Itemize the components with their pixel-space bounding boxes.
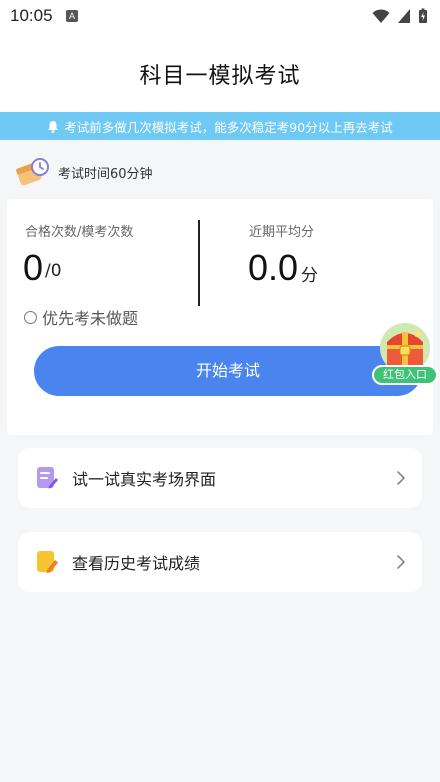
document-edit-icon <box>37 467 58 489</box>
chevron-right-icon <box>397 471 405 485</box>
prefer-undone-label: 优先考未做题 <box>42 309 139 328</box>
stats-card: 合格次数/模考次数 0 /0 近期平均分 0.0 分 优先考未做题 开始考试 <box>7 199 433 435</box>
header: 科目一模拟考试 <box>0 32 440 112</box>
app-notification-icon: A <box>66 10 78 22</box>
battery-icon <box>419 8 427 23</box>
page-title: 科目一模拟考试 <box>139 64 301 89</box>
avg-score-value: 0.0 <box>248 247 299 288</box>
pass-count-value: 0 <box>23 247 44 288</box>
prefer-undone-option[interactable]: 优先考未做题 <box>24 305 138 329</box>
note-pencil-icon <box>37 551 58 573</box>
exam-count-value: /0 <box>45 261 62 281</box>
menu-label-history: 查看历史考试成绩 <box>72 554 201 573</box>
wifi-icon <box>372 9 390 23</box>
chevron-right-icon <box>397 555 405 569</box>
clock-calendar-icon <box>16 158 49 186</box>
status-time: 10:05 <box>10 6 53 25</box>
bell-icon <box>47 120 59 133</box>
menu-item-history[interactable]: 查看历史考试成绩 <box>18 532 422 592</box>
status-icons <box>370 8 428 24</box>
menu-label-real-exam: 试一试真实考场界面 <box>72 470 217 489</box>
red-packet-entry[interactable]: 红包入口 <box>372 322 438 388</box>
menu-item-real-exam[interactable]: 试一试真实考场界面 <box>18 448 422 508</box>
signal-icon <box>397 9 410 23</box>
avg-score-unit: 分 <box>301 266 318 286</box>
avg-score-label: 近期平均分 <box>249 225 315 240</box>
red-packet-label: 红包入口 <box>372 365 438 385</box>
exam-time-row: 考试时间60分钟 <box>16 152 153 192</box>
exam-time-label: 考试时间60分钟 <box>58 166 153 182</box>
stats-divider <box>198 220 200 306</box>
start-exam-button[interactable]: 开始考试 <box>34 346 422 396</box>
notice-bar: 考试前多做几次模拟考试，能多次稳定考90分以上再去考试 <box>0 112 440 140</box>
status-bar: 10:05 A <box>0 0 440 32</box>
radio-button[interactable] <box>24 310 37 324</box>
notice-text: 考试前多做几次模拟考试，能多次稳定考90分以上再去考试 <box>64 119 393 135</box>
pass-count-label: 合格次数/模考次数 <box>25 225 134 240</box>
